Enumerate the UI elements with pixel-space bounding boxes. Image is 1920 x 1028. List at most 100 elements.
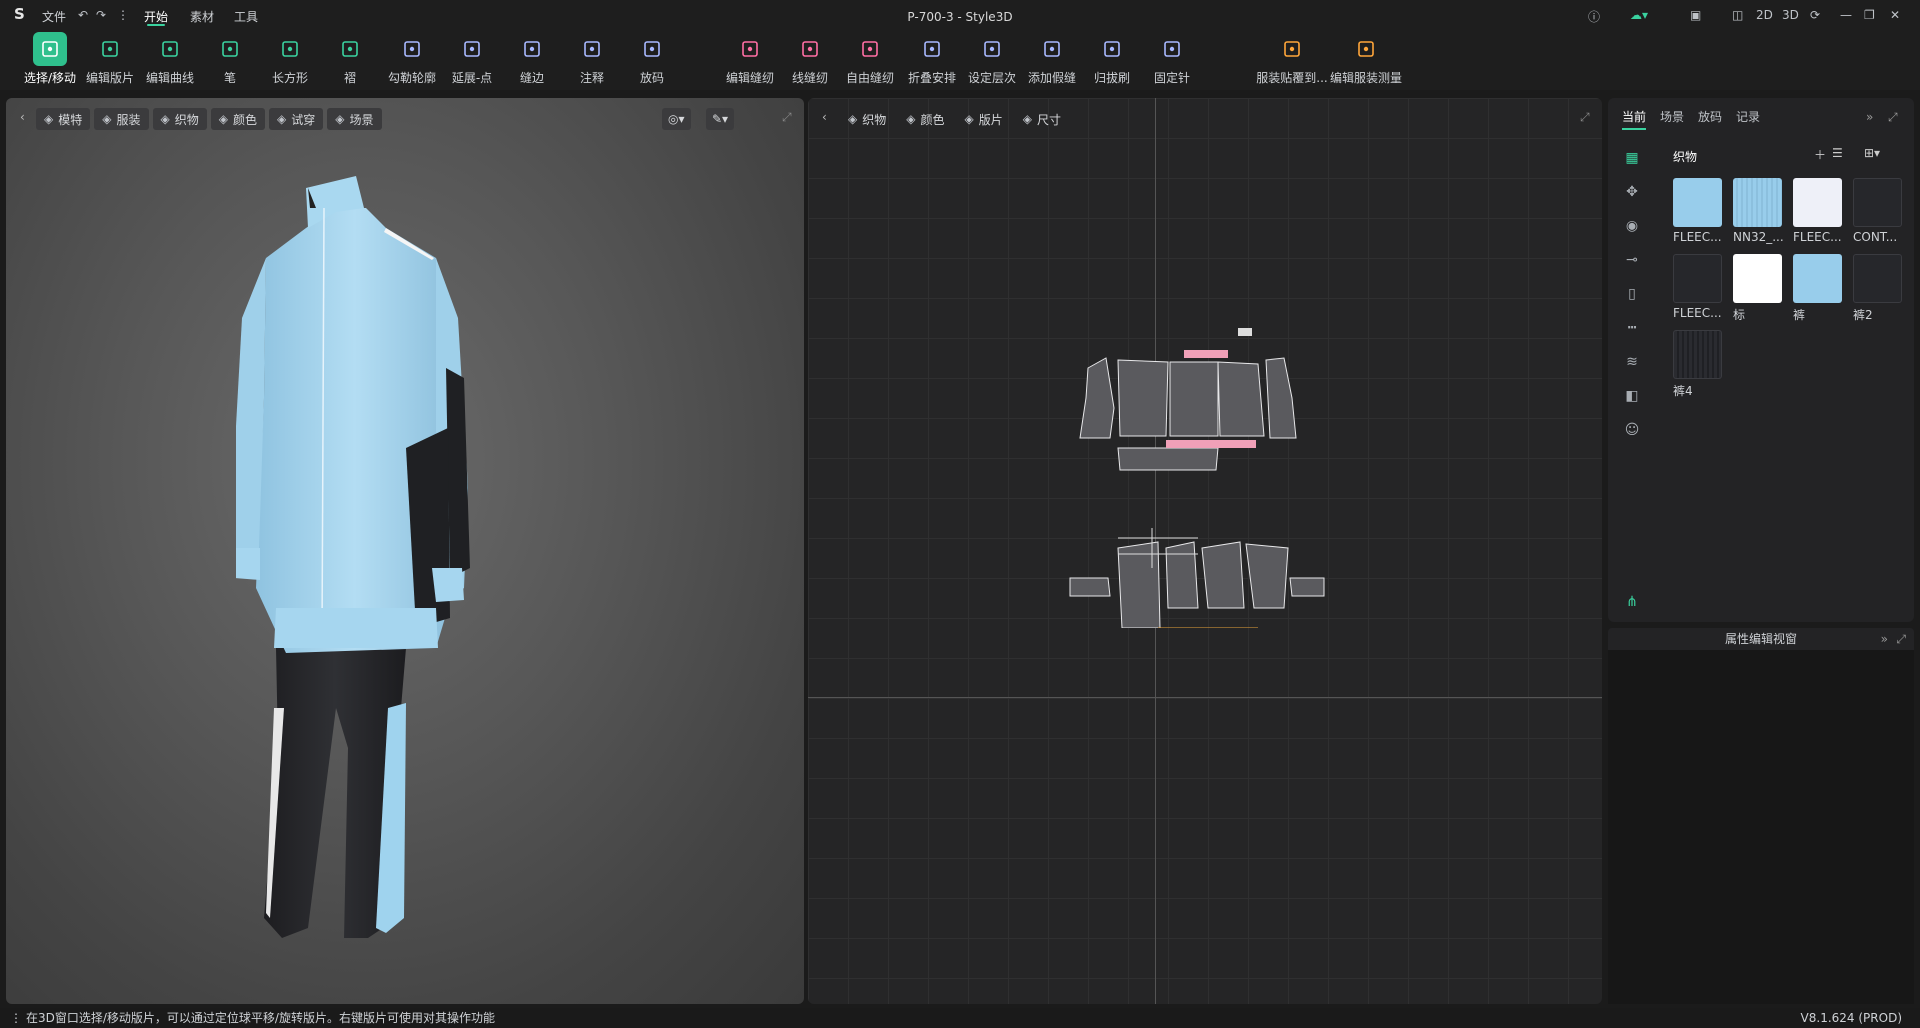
status-menu-icon[interactable]: ⋮	[10, 1008, 22, 1028]
tool-select-move[interactable]: 选择/移动	[20, 32, 80, 88]
collapse-2d-icon[interactable]: ‹	[822, 110, 827, 124]
tool-pleat[interactable]: 褶	[320, 32, 380, 88]
tool-extend-point[interactable]: 延展-点	[442, 32, 502, 88]
app-logo-icon[interactable]: S	[14, 6, 30, 22]
fabric-swatch[interactable]	[1853, 254, 1902, 303]
viewport3d-btn-2[interactable]: ◈ 织物	[152, 108, 207, 130]
viewport3d-btn-icon: ◈	[277, 112, 287, 126]
tool-set-layer[interactable]: 设定层次	[962, 32, 1022, 88]
view-3d-button[interactable]: 3D	[1782, 8, 1799, 22]
camera-mode-button[interactable]: ◎▾	[662, 108, 691, 130]
zipper-category-icon[interactable]: ▯	[1622, 286, 1642, 306]
help-icon[interactable]: ⓘ	[1588, 8, 1600, 25]
topstitch-category-icon[interactable]: ┅	[1622, 320, 1642, 340]
collapse-left-icon[interactable]: ‹	[20, 110, 25, 124]
expand-prop-icon[interactable]: ⤢	[1896, 628, 1906, 650]
fabric-swatch[interactable]	[1673, 330, 1722, 379]
more-icon[interactable]: ⋮	[117, 8, 129, 22]
tool-fold-arrange[interactable]: 折叠安排	[902, 32, 962, 88]
expand-2d-icon[interactable]: ⤢	[1580, 110, 1590, 125]
right-tab-1[interactable]: 场景	[1660, 108, 1684, 130]
viewport2d-btn-1[interactable]: ◈ 颜色	[898, 108, 952, 130]
tool-grading[interactable]: 放码	[622, 32, 682, 88]
avatar-category-icon[interactable]: ☺	[1622, 422, 1642, 442]
tool-pen[interactable]: 笔	[200, 32, 260, 88]
redo-icon[interactable]: ↷	[96, 8, 106, 22]
expand-right-icon[interactable]: ⤢	[1888, 110, 1898, 125]
fabric-swatch[interactable]	[1853, 178, 1902, 227]
list-view-icon[interactable]: ☰	[1832, 146, 1843, 160]
refresh-icon[interactable]: ⟳	[1810, 8, 1820, 22]
buttonhole-category-icon[interactable]: ⊸	[1622, 252, 1642, 272]
tool-edit-pattern[interactable]: 编辑版片	[80, 32, 140, 88]
tool-shrink-brush[interactable]: 归拔刷	[1082, 32, 1142, 88]
tool-garment-measure[interactable]: 编辑服装测量	[1330, 32, 1402, 88]
pattern-pieces[interactable]	[1058, 328, 1358, 628]
active-menu-indicator	[147, 24, 165, 26]
viewport3d-btn-5[interactable]: ◈ 场景	[327, 108, 382, 130]
tool-edit-sewing[interactable]: 编辑缝纫	[720, 32, 780, 88]
tool-label: 延展-点	[451, 71, 493, 85]
grid-view-icon[interactable]: ⊞▾	[1864, 146, 1880, 160]
tool-label: 褶	[343, 71, 356, 85]
undo-icon[interactable]: ↶	[78, 8, 88, 22]
collapse-prop-icon[interactable]: »	[1881, 628, 1888, 650]
tool-garment-fit[interactable]: 服装贴覆到...	[1256, 32, 1328, 88]
tool-seam-allowance[interactable]: 缝边	[502, 32, 562, 88]
tool-trace-outline[interactable]: 勾勒轮廓	[382, 32, 442, 88]
annotation-icon	[575, 32, 609, 66]
tool-line-sewing[interactable]: 线缝纫	[780, 32, 840, 88]
tool-label: 折叠安排	[907, 71, 956, 85]
menu-start[interactable]: 开始	[144, 8, 168, 25]
menu-material[interactable]: 素材	[190, 8, 214, 25]
expand-3d-icon[interactable]: ⤢	[782, 110, 792, 125]
viewport2d-btn-3[interactable]: ◈ 尺寸	[1015, 108, 1069, 130]
view-2d-button[interactable]: 2D	[1756, 8, 1773, 22]
viewport-2d[interactable]: ‹ ◈ 织物 ◈ 颜色 ◈ 版片 ◈ 尺寸 ⤢	[808, 98, 1602, 1004]
viewport3d-btn-icon: ◈	[102, 112, 112, 126]
viewport3d-btn-4[interactable]: ◈ 试穿	[269, 108, 324, 130]
viewport3d-btn-3[interactable]: ◈ 颜色	[210, 108, 265, 130]
fabric-swatch[interactable]	[1793, 178, 1842, 227]
fabric-swatch[interactable]	[1793, 254, 1842, 303]
display-mode-button[interactable]: ✎▾	[706, 108, 735, 130]
viewport3d-btn-1[interactable]: ◈ 服装	[94, 108, 149, 130]
avatar-garment-render[interactable]	[236, 148, 576, 998]
tool-label: 编辑缝纫	[725, 71, 774, 85]
right-tab-2[interactable]: 放码	[1698, 108, 1722, 130]
close-icon[interactable]: ✕	[1890, 8, 1900, 22]
tool-free-sewing[interactable]: 自由缝纫	[840, 32, 900, 88]
menu-file[interactable]: 文件	[42, 8, 66, 25]
node-tree-icon[interactable]: ⋔	[1622, 594, 1642, 614]
viewport2d-btn-0[interactable]: ◈ 织物	[840, 108, 894, 130]
profile-icon[interactable]: ▣	[1690, 8, 1701, 22]
add-fabric-icon[interactable]: ＋	[1814, 146, 1826, 163]
viewport2d-btn-label: 尺寸	[1036, 112, 1061, 127]
tool-pin[interactable]: 固定针	[1142, 32, 1202, 88]
tool-add-tack[interactable]: 添加假缝	[1022, 32, 1082, 88]
right-tab-3[interactable]: 记录	[1736, 108, 1760, 130]
seam-category-icon[interactable]: ≋	[1622, 354, 1642, 374]
collapse-right-icon[interactable]: »	[1866, 110, 1873, 124]
viewport-3d[interactable]: ‹ ◈ 模特 ◈ 服装 ◈ 织物 ◈ 颜色 ◈ 试穿 ◈ 场景 ◎▾ ✎▾ ⤢	[6, 98, 804, 1004]
trim-category-icon[interactable]: ✥	[1622, 184, 1642, 204]
restore-icon[interactable]: ❐	[1864, 8, 1875, 22]
tool-annotation[interactable]: 注释	[562, 32, 622, 88]
fabric-swatch[interactable]	[1673, 254, 1722, 303]
minimize-icon[interactable]: —	[1840, 8, 1852, 22]
fabric-swatch[interactable]	[1673, 178, 1722, 227]
fabric-swatch[interactable]	[1733, 178, 1782, 227]
layout-icon[interactable]: ◫	[1732, 8, 1743, 22]
button-category-icon[interactable]: ◉	[1622, 218, 1642, 238]
menu-tools[interactable]: 工具	[234, 8, 258, 25]
viewport3d-btn-0[interactable]: ◈ 模特	[36, 108, 91, 130]
tool-rectangle[interactable]: 长方形	[260, 32, 320, 88]
fabric-swatch[interactable]	[1733, 254, 1782, 303]
elastic-category-icon[interactable]: ◧	[1622, 388, 1642, 408]
viewport2d-btn-2[interactable]: ◈ 版片	[957, 108, 1011, 130]
set-layer-icon	[975, 32, 1009, 66]
fabric-category-icon[interactable]: ▦	[1622, 150, 1642, 170]
cloud-upload-icon[interactable]: ☁▾	[1630, 8, 1648, 22]
tool-edit-curve[interactable]: 编辑曲线	[140, 32, 200, 88]
right-tab-0[interactable]: 当前	[1622, 108, 1647, 130]
